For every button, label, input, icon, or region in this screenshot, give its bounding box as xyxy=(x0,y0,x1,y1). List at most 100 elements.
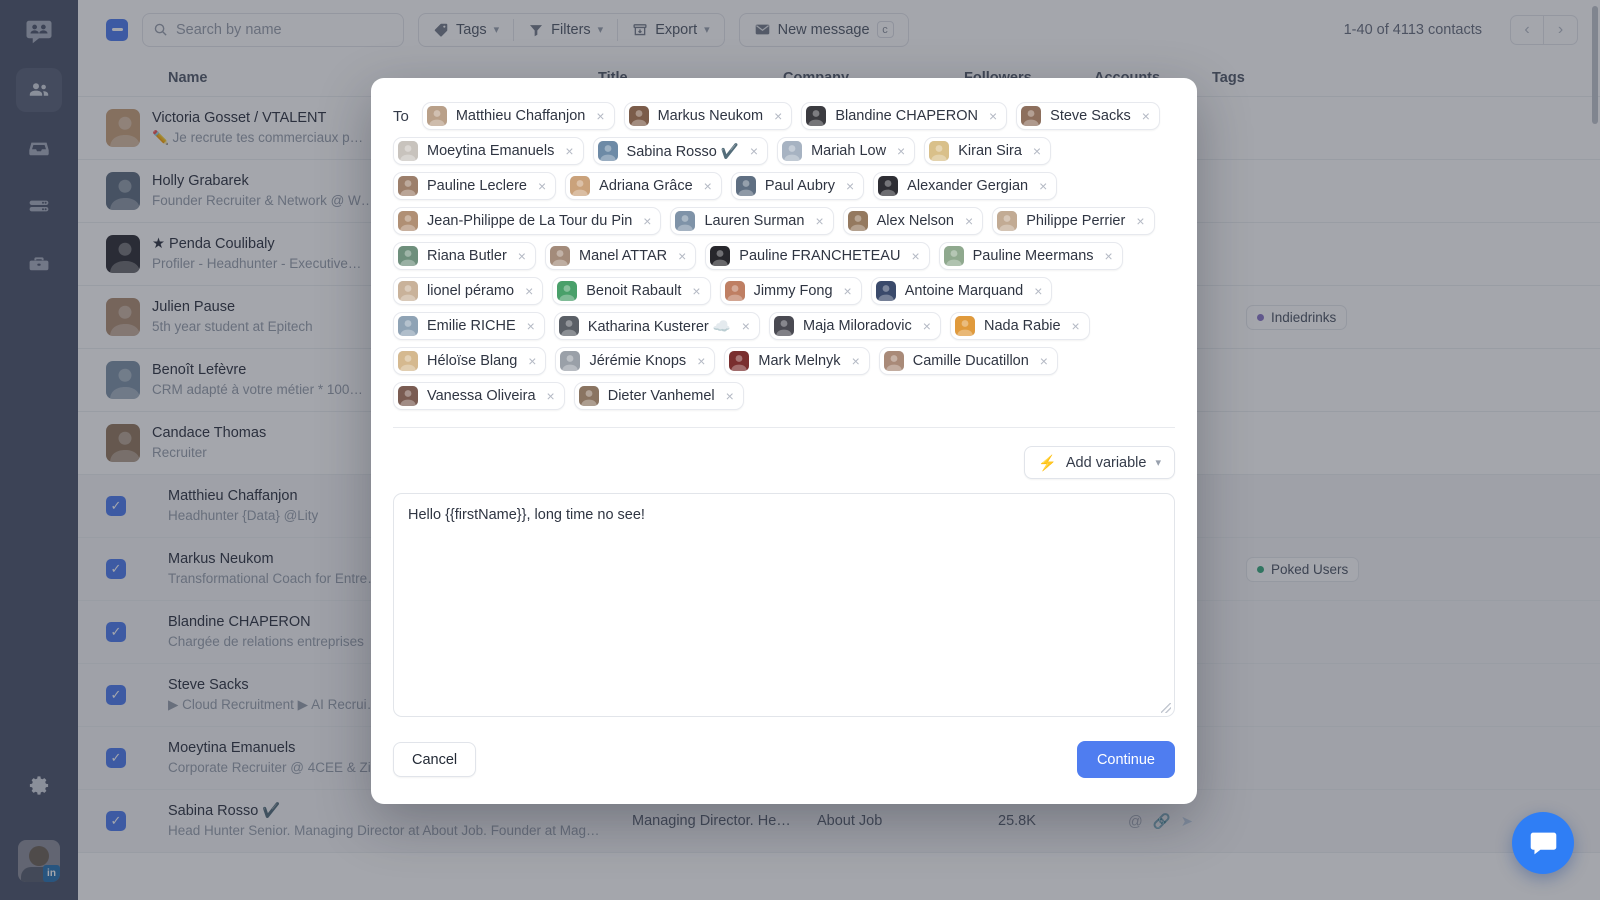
chat-bubble-fab[interactable] xyxy=(1512,812,1574,874)
recipient-avatar xyxy=(929,141,950,161)
chat-bubble-icon xyxy=(1530,832,1556,854)
recipient-name: Philippe Perrier xyxy=(1026,213,1126,229)
recipient-chip[interactable]: Vanessa Oliveira × xyxy=(393,382,565,410)
remove-recipient-icon[interactable]: × xyxy=(740,319,750,333)
recipient-chip[interactable]: Blandine CHAPERON × xyxy=(801,102,1008,130)
remove-recipient-icon[interactable]: × xyxy=(842,284,852,298)
recipient-name: Katharina Kusterer ☁️ xyxy=(587,318,731,335)
remove-recipient-icon[interactable]: × xyxy=(1037,179,1047,193)
recipient-chip[interactable]: Paul Aubry × xyxy=(730,172,865,200)
remove-recipient-icon[interactable]: × xyxy=(1070,319,1080,333)
recipient-chip[interactable]: Benoit Rabault × xyxy=(552,277,711,305)
remove-recipient-icon[interactable]: × xyxy=(844,179,854,193)
remove-recipient-icon[interactable]: × xyxy=(525,319,535,333)
remove-recipient-icon[interactable]: × xyxy=(536,179,546,193)
remove-recipient-icon[interactable]: × xyxy=(1032,284,1042,298)
remove-recipient-icon[interactable]: × xyxy=(690,284,700,298)
continue-button[interactable]: Continue xyxy=(1076,741,1175,778)
remove-recipient-icon[interactable]: × xyxy=(702,179,712,193)
add-variable-button[interactable]: ⚡ Add variable ▾ xyxy=(1024,446,1175,479)
recipient-avatar xyxy=(628,106,649,126)
recipients-field[interactable]: To Matthieu Chaffanjon × Markus Neukom × Bla… xyxy=(393,102,1175,428)
recipient-chip[interactable]: Maja Miloradovic × xyxy=(768,312,941,340)
remove-recipient-icon[interactable]: × xyxy=(1031,144,1041,158)
recipient-chip[interactable]: Alexander Gergian × xyxy=(873,172,1058,200)
cancel-button[interactable]: Cancel xyxy=(393,742,477,777)
recipient-chip[interactable]: Riana Butler × xyxy=(393,242,536,270)
recipient-chip[interactable]: Emilie RICHE × xyxy=(393,312,545,340)
remove-recipient-icon[interactable]: × xyxy=(545,389,555,403)
recipient-name: Matthieu Chaffanjon xyxy=(455,108,586,124)
remove-recipient-icon[interactable]: × xyxy=(909,249,919,263)
recipient-avatar xyxy=(847,211,868,231)
remove-recipient-icon[interactable]: × xyxy=(676,249,686,263)
remove-recipient-icon[interactable]: × xyxy=(813,214,823,228)
recipient-chip[interactable]: Kiran Sira × xyxy=(924,137,1052,165)
recipient-chip[interactable]: Moeytina Emanuels × xyxy=(393,137,584,165)
recipient-name: Blandine CHAPERON xyxy=(835,108,978,124)
remove-recipient-icon[interactable]: × xyxy=(516,249,526,263)
recipient-chip[interactable]: Katharina Kusterer ☁️ × xyxy=(553,312,760,340)
recipient-chip[interactable]: Pauline Leclere × xyxy=(393,172,557,200)
recipient-chip[interactable]: Alex Nelson × xyxy=(842,207,984,235)
recipient-chip[interactable]: Philippe Perrier × xyxy=(992,207,1155,235)
recipient-avatar xyxy=(426,106,447,126)
remove-recipient-icon[interactable]: × xyxy=(987,109,997,123)
recipient-chip[interactable]: Matthieu Chaffanjon × xyxy=(421,102,615,130)
recipient-name: Moeytina Emanuels xyxy=(427,143,555,159)
recipient-chip[interactable]: Antoine Marquand × xyxy=(870,277,1053,305)
recipient-chip[interactable]: Jimmy Fong × xyxy=(719,277,862,305)
recipient-name: Adriana Grâce xyxy=(599,178,693,194)
recipient-avatar xyxy=(954,316,975,336)
remove-recipient-icon[interactable]: × xyxy=(724,389,734,403)
recipient-avatar xyxy=(710,246,731,266)
recipient-chip[interactable]: Jérémie Knops × xyxy=(555,347,716,375)
recipient-chip[interactable]: Lauren Surman × xyxy=(670,207,834,235)
recipient-chip[interactable]: Manel ATTAR × xyxy=(544,242,697,270)
remove-recipient-icon[interactable]: × xyxy=(1134,214,1144,228)
remove-recipient-icon[interactable]: × xyxy=(1140,109,1150,123)
recipient-chip[interactable]: Steve Sacks × xyxy=(1016,102,1160,130)
recipient-chip[interactable]: Markus Neukom × xyxy=(623,102,793,130)
recipient-chip[interactable]: Mark Melnyk × xyxy=(724,347,870,375)
remove-recipient-icon[interactable]: × xyxy=(921,319,931,333)
remove-recipient-icon[interactable]: × xyxy=(594,109,604,123)
remove-recipient-icon[interactable]: × xyxy=(895,144,905,158)
remove-recipient-icon[interactable]: × xyxy=(695,354,705,368)
recipient-avatar xyxy=(675,211,696,231)
recipient-chip[interactable]: Mariah Low × xyxy=(777,137,916,165)
recipient-chip[interactable]: Héloïse Blang × xyxy=(393,347,547,375)
remove-recipient-icon[interactable]: × xyxy=(1103,249,1113,263)
message-textarea[interactable]: Hello {{firstName}}, long time no see! xyxy=(393,493,1175,717)
recipient-name: Jérémie Knops xyxy=(589,353,687,369)
resize-handle-icon[interactable] xyxy=(1161,703,1171,713)
remove-recipient-icon[interactable]: × xyxy=(772,109,782,123)
recipient-chip[interactable]: Pauline FRANCHETEAU × xyxy=(705,242,930,270)
recipient-avatar xyxy=(875,281,896,301)
recipient-name: Pauline Meermans xyxy=(972,248,1094,264)
recipient-name: Antoine Marquand xyxy=(904,283,1024,299)
recipient-chip[interactable]: Dieter Vanhemel × xyxy=(573,382,744,410)
recipient-name: Sabina Rosso ✔️ xyxy=(626,143,739,160)
recipient-chip[interactable]: Pauline Meermans × xyxy=(938,242,1123,270)
recipient-name: Pauline Leclere xyxy=(427,178,527,194)
recipient-chip[interactable]: Nada Rabie × xyxy=(949,312,1090,340)
new-message-modal: To Matthieu Chaffanjon × Markus Neukom × Bla… xyxy=(371,78,1197,804)
remove-recipient-icon[interactable]: × xyxy=(963,214,973,228)
recipient-chip[interactable]: Sabina Rosso ✔️ × xyxy=(592,137,769,165)
recipient-chip[interactable]: lionel péramo × xyxy=(393,277,544,305)
remove-recipient-icon[interactable]: × xyxy=(1038,354,1048,368)
remove-recipient-icon[interactable]: × xyxy=(523,284,533,298)
recipient-chip[interactable]: Jean-Philippe de La Tour du Pin × xyxy=(393,207,662,235)
remove-recipient-icon[interactable]: × xyxy=(748,144,758,158)
remove-recipient-icon[interactable]: × xyxy=(641,214,651,228)
remove-recipient-icon[interactable]: × xyxy=(563,144,573,158)
remove-recipient-icon[interactable]: × xyxy=(526,354,536,368)
recipient-name: Manel ATTAR xyxy=(578,248,668,264)
recipient-avatar xyxy=(597,141,618,161)
remove-recipient-icon[interactable]: × xyxy=(850,354,860,368)
recipient-name: Mark Melnyk xyxy=(758,353,841,369)
recipient-chip[interactable]: Adriana Grâce × xyxy=(565,172,722,200)
recipient-chip[interactable]: Camille Ducatillon × xyxy=(878,347,1058,375)
lightning-bolt-icon: ⚡ xyxy=(1038,454,1057,472)
